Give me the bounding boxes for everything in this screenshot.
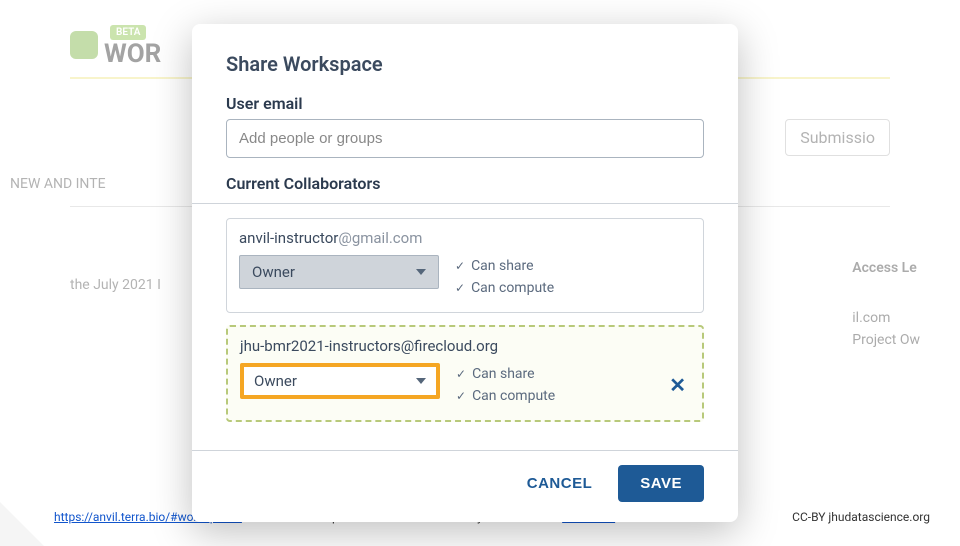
share-workspace-modal: Share Workspace User email Current Colla… — [192, 24, 738, 522]
save-button[interactable]: SAVE — [618, 465, 704, 502]
user-email-input[interactable] — [226, 119, 704, 158]
access-level-header: Access Le — [852, 260, 920, 276]
permission-can-share: Can share — [456, 363, 555, 385]
permissions-list: Can share Can compute — [456, 363, 555, 408]
permission-can-compute: Can compute — [456, 385, 555, 407]
collaborator-email-fragment: il.com — [852, 310, 920, 326]
beta-badge: BETA — [110, 25, 146, 40]
page-title-fragment: WOR — [104, 39, 161, 69]
corner-decoration — [0, 496, 44, 546]
current-collaborators-label: Current Collaborators — [226, 174, 704, 193]
role-dropdown-highlighted[interactable]: Owner — [240, 363, 440, 399]
app-logo — [70, 31, 98, 59]
cancel-button[interactable]: CANCEL — [521, 465, 599, 502]
collaborator-card-pending: jhu-bmr2021-instructors@firecloud.org Ow… — [226, 325, 704, 422]
role-dropdown[interactable]: Owner — [239, 255, 439, 289]
permission-can-compute: Can compute — [455, 277, 554, 299]
collaborator-card: anvil-instructor@gmail.com Owner Can sha… — [226, 218, 704, 313]
collaborator-email: jhu-bmr2021-instructors@firecloud.org — [240, 337, 690, 355]
collaborator-role-fragment: Project Ow — [852, 332, 920, 348]
submission-dropdown[interactable]: Submissio — [785, 119, 890, 156]
attribution-text: CC-BY jhudatascience.org — [792, 510, 930, 524]
modal-title: Share Workspace — [226, 52, 704, 76]
collaborator-email: anvil-instructor@gmail.com — [239, 229, 691, 247]
chevron-down-icon — [416, 269, 426, 275]
user-email-label: User email — [226, 94, 704, 113]
permissions-list: Can share Can compute — [455, 255, 554, 300]
chevron-down-icon — [416, 378, 426, 384]
remove-collaborator-button[interactable]: ✕ — [665, 373, 690, 397]
permission-can-share: Can share — [455, 255, 554, 277]
